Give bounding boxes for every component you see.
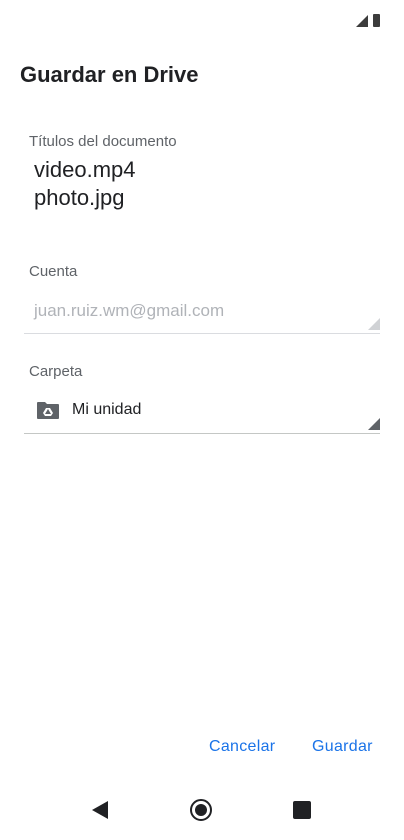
document-title[interactable]: video.mp4: [34, 156, 136, 184]
folder-value: Mi unidad: [72, 401, 142, 418]
folder-dropdown[interactable]: Mi unidad: [24, 392, 380, 434]
back-icon[interactable]: [92, 801, 108, 819]
dropdown-arrow-icon: [368, 318, 380, 330]
document-title[interactable]: photo.jpg: [34, 184, 136, 212]
recents-icon[interactable]: [293, 801, 311, 819]
account-value: juan.ruiz.wm@gmail.com: [34, 301, 225, 320]
home-icon[interactable]: [190, 799, 212, 821]
document-titles-label: Títulos del documento: [29, 133, 177, 150]
battery-icon: [373, 14, 380, 27]
signal-icon: [356, 14, 368, 27]
document-titles[interactable]: video.mp4 photo.jpg: [34, 156, 136, 212]
drive-folder-icon: [37, 402, 59, 419]
account-dropdown[interactable]: juan.ruiz.wm@gmail.com: [24, 296, 380, 334]
status-icons: [356, 14, 380, 27]
status-bar: [0, 0, 404, 40]
cancel-button[interactable]: Cancelar: [209, 738, 275, 756]
dialog-title: Guardar en Drive: [20, 62, 199, 87]
navigation-bar: [0, 786, 404, 840]
save-to-drive-screen: Guardar en Drive Títulos del documento v…: [0, 0, 404, 840]
dropdown-arrow-icon: [368, 418, 380, 430]
account-label: Cuenta: [29, 263, 78, 280]
save-button[interactable]: Guardar: [312, 738, 373, 756]
folder-label: Carpeta: [29, 363, 83, 380]
